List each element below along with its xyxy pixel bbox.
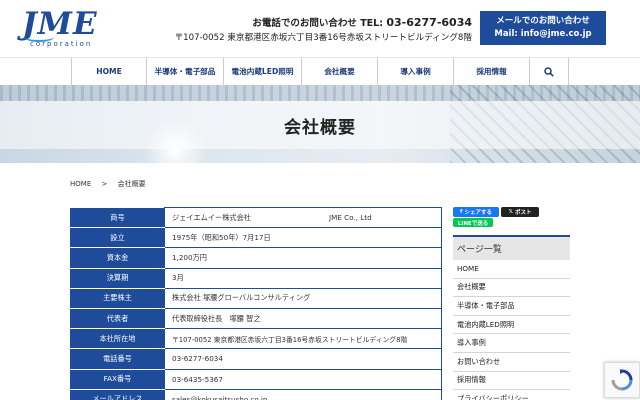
row-label: 資本金 xyxy=(70,247,165,269)
table-row: 決算期 3月 xyxy=(70,267,442,289)
nav-search-button[interactable] xyxy=(529,58,569,85)
row-value: 代表取締役社長 塚腰 智之 xyxy=(164,307,442,330)
table-row: 設立 1975年（昭和50年）7月17日 xyxy=(70,227,442,249)
x-post-button[interactable]: 𝕏 ポスト xyxy=(501,207,539,217)
breadcrumb-current: 会社概要 xyxy=(117,180,146,188)
row-value: 株式会社 塚腰グローバルコンサルティング xyxy=(164,287,442,309)
row-value[interactable]: sales@kokusaitsusho.co.jp xyxy=(164,388,442,400)
x-post-label: ポスト xyxy=(514,210,532,216)
sidebar-item-company[interactable]: 会社概要 xyxy=(453,279,570,298)
global-nav: HOME 半導体・電子部品 電池内蔵LED照明 会社概要 導入事例 採用情報 xyxy=(0,57,640,85)
sidebar-item-cases[interactable]: 導入事例 xyxy=(453,334,570,353)
row-label: 主要株主 xyxy=(70,287,165,309)
facebook-share-button[interactable]: f シェアする xyxy=(453,207,499,217)
row-label: 本社所在地 xyxy=(70,328,165,350)
sidebar-item-semiconductors[interactable]: 半導体・電子部品 xyxy=(453,297,570,316)
row-label: メールアドレス xyxy=(70,388,165,400)
row-value: 03-6277-6034 xyxy=(164,348,442,370)
line-send-label: LINEで送る xyxy=(457,220,489,227)
logo-subtext: corporation xyxy=(30,40,93,48)
sidebar-title: ページ一覧 xyxy=(453,235,570,260)
table-row: 資本金 1,200万円 xyxy=(70,247,442,269)
row-value: 3月 xyxy=(164,267,442,289)
sidebar-item-contact[interactable]: お問い合わせ xyxy=(453,353,570,372)
recaptcha-icon xyxy=(611,369,633,391)
table-row: 代表者 代表取締役社長 塚腰 智之 xyxy=(70,307,442,330)
company-name-ja: ジェイエムイー株式会社 xyxy=(172,212,251,222)
row-label: 電話番号 xyxy=(70,348,165,370)
table-row: 本社所在地 〒107-0052 東京都港区赤坂六丁目3番16号赤坂ストリートビル… xyxy=(70,328,442,350)
table-row: 電話番号 03-6277-6034 xyxy=(70,348,442,370)
phone-number[interactable]: 03-6277-6034 xyxy=(386,16,472,29)
row-value: 1,200万円 xyxy=(164,247,442,269)
row-label: 決算期 xyxy=(70,267,165,289)
search-icon xyxy=(544,66,554,77)
site-header: JME corporation お電話でのお問い合わせ TEL: 03-6277… xyxy=(0,0,640,56)
header-address: 〒107-0052 東京都港区赤坂六丁目3番16号赤坂ストリートビルディング8階 xyxy=(174,33,472,43)
nav-item-semiconductors[interactable]: 半導体・電子部品 xyxy=(146,58,223,85)
jme-logo[interactable]: JME corporation xyxy=(22,8,104,48)
facebook-share-label: シェアする xyxy=(464,210,492,216)
row-value: ジェイエムイー株式会社 JME Co., Ltd xyxy=(164,206,442,229)
nav-item-home[interactable]: HOME xyxy=(71,58,146,85)
row-label: 設立 xyxy=(70,227,165,249)
row-value: 1975年（昭和50年）7月17日 xyxy=(164,227,442,249)
row-label: 代表者 xyxy=(70,307,165,330)
sidebar-item-recruit[interactable]: 採用情報 xyxy=(453,372,570,391)
mail-button-address: Mail: info@jme.co.jp xyxy=(494,29,592,39)
company-name-en: JME Co., Ltd xyxy=(329,212,372,222)
line-send-button[interactable]: LINEで送る xyxy=(453,218,493,227)
sidebar-page-list: ページ一覧 HOME 会社概要 半導体・電子部品 電池内蔵LED照明 導入事例 … xyxy=(453,235,570,400)
sidebar-item-home[interactable]: HOME xyxy=(453,260,570,279)
sidebar-item-privacy[interactable]: プライバシーポリシー xyxy=(453,390,570,400)
phone-label: お電話でのお問い合わせ TEL: xyxy=(252,18,387,29)
recaptcha-badge[interactable] xyxy=(604,362,640,398)
row-value: 03-6435-5367 xyxy=(164,368,442,390)
table-row: メールアドレス sales@kokusaitsusho.co.jp xyxy=(70,388,442,400)
x-icon: 𝕏 xyxy=(508,209,513,215)
nav-item-led-lighting[interactable]: 電池内蔵LED照明 xyxy=(223,58,301,85)
table-row: FAX番号 03-6435-5367 xyxy=(70,368,442,390)
company-info-table: 商号 ジェイエムイー株式会社 JME Co., Ltd 設立 1975年（昭和50… xyxy=(70,206,442,400)
sidebar-item-led-lighting[interactable]: 電池内蔵LED照明 xyxy=(453,316,570,335)
nav-item-cases[interactable]: 導入事例 xyxy=(377,58,453,85)
row-label: 商号 xyxy=(70,206,165,229)
breadcrumb: HOME > 会社概要 xyxy=(70,179,154,189)
page-title: 会社概要 xyxy=(284,118,356,138)
breadcrumb-separator: > xyxy=(101,180,108,188)
facebook-icon: f xyxy=(460,209,463,215)
page-hero: 会社概要 xyxy=(0,85,640,163)
nav-item-recruit[interactable]: 採用情報 xyxy=(453,58,529,85)
mail-button-label: メールでのお問い合わせ xyxy=(496,16,590,26)
mail-contact-button[interactable]: メールでのお問い合わせ Mail: info@jme.co.jp xyxy=(480,11,606,45)
table-row: 商号 ジェイエムイー株式会社 JME Co., Ltd xyxy=(70,206,442,229)
phone-contact: お電話でのお問い合わせ TEL: 03-6277-6034 xyxy=(252,15,472,29)
row-label: FAX番号 xyxy=(70,368,165,390)
breadcrumb-home[interactable]: HOME xyxy=(70,180,91,188)
table-row: 主要株主 株式会社 塚腰グローバルコンサルティング xyxy=(70,287,442,309)
row-value: 〒107-0052 東京都港区赤坂六丁目3番16号赤坂ストリートビルディング8階 xyxy=(164,328,442,350)
nav-item-company[interactable]: 会社概要 xyxy=(301,58,377,85)
